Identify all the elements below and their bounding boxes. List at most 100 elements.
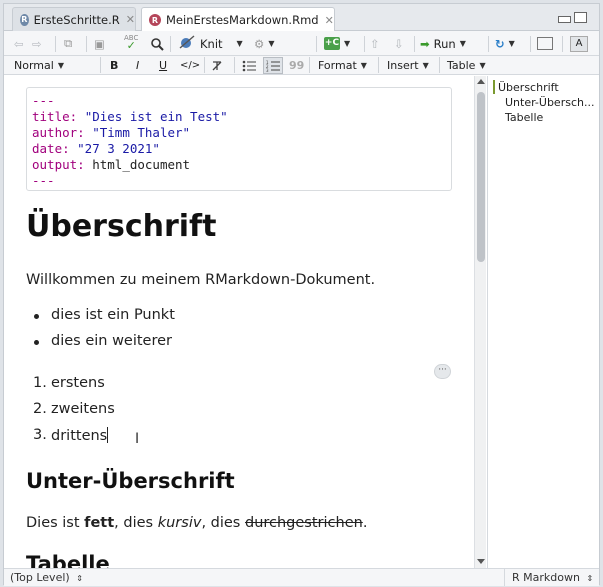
file-type-selector[interactable]: R Markdown ⇕	[512, 571, 593, 584]
yaml-line: title: "Dies ist ein Test"	[32, 109, 228, 124]
chevron-down-icon[interactable]: ▼	[479, 61, 485, 70]
scope-label: (Top Level)	[10, 571, 70, 584]
chevron-down-icon[interactable]: ▼	[460, 39, 466, 48]
bullet-marker	[34, 340, 39, 345]
bullet-list-icon[interactable]	[242, 57, 256, 74]
knit-button[interactable]: Knit ▼	[178, 34, 243, 53]
heading-level-2: Unter-Überschrift	[26, 469, 235, 493]
list-item: dies ein weiterer	[51, 333, 173, 349]
insert-menu-label: Insert	[387, 59, 419, 72]
code-button[interactable]: </>	[180, 57, 200, 74]
previous-chunk-icon[interactable]: ⇧	[370, 34, 380, 53]
bullet-marker	[34, 314, 39, 319]
strikethrough-text: durchgestrichen	[244, 515, 363, 531]
heading-level-1: Tabelle	[26, 552, 110, 568]
minimize-icon[interactable]	[558, 16, 571, 23]
run-button[interactable]: ➡ Run ▼	[420, 34, 466, 53]
document-editor[interactable]: --- title: "Dies ist ein Test" author: "Ti…	[4, 76, 474, 568]
italic-text: kursiv	[157, 515, 202, 531]
rmd-file-icon: R	[149, 14, 161, 26]
list-item: erstens	[51, 375, 105, 391]
yaml-header[interactable]: --- title: "Dies ist ein Test" author: "Ti…	[26, 87, 452, 191]
list-number: 3.	[33, 427, 47, 443]
tab-label: MeinErstesMarkdown.Rmd	[166, 13, 319, 27]
list-item: dies ist ein Punkt	[51, 307, 175, 323]
yaml-line: ---	[32, 93, 55, 108]
close-icon[interactable]: ✕	[325, 14, 334, 27]
maximize-icon[interactable]	[574, 12, 587, 23]
run-icon: ➡	[420, 36, 430, 51]
more-options-icon[interactable]: ···	[434, 364, 451, 379]
chevron-down-icon[interactable]: ▼	[268, 39, 274, 48]
insert-menu[interactable]: Insert ▼	[387, 57, 429, 74]
scroll-up-icon[interactable]	[477, 79, 485, 84]
list-number: 1.	[33, 375, 47, 391]
insert-chunk-button[interactable]: +C ▼	[324, 34, 350, 53]
show-in-window-icon[interactable]: ⧉	[64, 34, 72, 53]
chevron-down-icon[interactable]: ▼	[58, 61, 64, 70]
back-arrow-icon[interactable]: ⇦	[14, 34, 24, 53]
outline-toggle-icon[interactable]	[537, 34, 553, 53]
spellcheck-icon[interactable]: ABC ✓	[124, 34, 138, 53]
format-menu[interactable]: Format ▼	[318, 57, 367, 74]
visual-editor-icon[interactable]: A	[570, 34, 588, 53]
updown-icon: ⇕	[76, 574, 83, 583]
chevron-down-icon[interactable]: ▼	[361, 61, 367, 70]
text-cursor	[107, 427, 109, 443]
chevron-down-icon[interactable]: ▼	[344, 39, 350, 48]
knit-label: Knit	[200, 36, 223, 51]
vertical-scrollbar[interactable]	[474, 76, 486, 568]
clear-formatting-icon[interactable]	[211, 57, 223, 74]
bold-text: fett	[84, 515, 115, 531]
tab-bar: R ErsteSchritte.R ✕ R MeinErstesMarkdown…	[4, 4, 599, 32]
outline-item-unter-ueberschrift[interactable]: Unter-Übersch...	[505, 96, 594, 109]
tab-label: ErsteSchritte.R	[33, 12, 120, 27]
add-chunk-icon: +C	[324, 37, 340, 50]
format-menu-label: Format	[318, 59, 357, 72]
gear-icon[interactable]: ⚙ ▼	[254, 34, 274, 53]
formatted-paragraph: Dies ist fett, dies kursiv, dies durchge…	[26, 515, 368, 531]
tab-mein-erstes-markdown[interactable]: R MeinErstesMarkdown.Rmd ✕	[141, 7, 335, 32]
format-toolbar: Normal ▼ B I U </> 123 99 Format ▼ Inser…	[4, 56, 599, 75]
chevron-down-icon[interactable]: ▼	[423, 61, 429, 70]
main-toolbar: ⇦ ⇨ ⧉ ▣ ABC ✓ Knit ▼ ⚙ ▼ +C ▼ ⇧ ⇩ ➡ Run …	[4, 31, 599, 56]
chevron-down-icon[interactable]: ▼	[509, 39, 515, 48]
rerun-icon[interactable]: ↻ ▼	[495, 34, 515, 53]
yaml-line: date: "27 3 2021"	[32, 141, 160, 156]
knit-icon	[178, 35, 196, 52]
italic-button[interactable]: I	[136, 57, 139, 74]
chevron-down-icon[interactable]: ▼	[237, 39, 243, 48]
yaml-line: ---	[32, 173, 55, 188]
table-menu[interactable]: Table ▼	[447, 57, 486, 74]
outline-item-ueberschrift[interactable]: Überschrift	[498, 81, 559, 94]
bold-button[interactable]: B	[110, 57, 118, 74]
yaml-line: output: html_document	[32, 157, 191, 172]
editor-window: R ErsteSchritte.R ✕ R MeinErstesMarkdown…	[3, 3, 600, 586]
forward-arrow-icon[interactable]: ⇨	[32, 34, 42, 53]
style-select-value: Normal	[14, 59, 54, 72]
document-outline: Überschrift Unter-Übersch... Tabelle	[487, 76, 599, 568]
close-icon[interactable]: ✕	[126, 13, 135, 26]
save-icon[interactable]: ▣	[94, 34, 105, 53]
list-item: zweitens	[51, 401, 115, 417]
scope-selector[interactable]: (Top Level) ⇕	[10, 571, 83, 584]
updown-icon: ⇕	[586, 574, 594, 583]
blockquote-icon[interactable]: 99	[289, 57, 304, 74]
outline-active-marker	[493, 80, 495, 94]
ibeam-cursor-icon: Ι	[135, 431, 140, 447]
next-chunk-icon[interactable]: ⇩	[394, 34, 404, 53]
table-menu-label: Table	[447, 59, 476, 72]
r-file-icon: R	[20, 13, 29, 26]
numbered-list-icon[interactable]: 123	[263, 57, 283, 74]
style-select[interactable]: Normal ▼	[14, 57, 64, 74]
scroll-down-icon[interactable]	[477, 559, 485, 564]
svg-text:3: 3	[266, 68, 269, 72]
outline-item-tabelle[interactable]: Tabelle	[505, 111, 543, 124]
heading-level-1: Überschrift	[26, 209, 217, 244]
yaml-line: author: "Timm Thaler"	[32, 125, 191, 140]
tab-erste-schritte[interactable]: R ErsteSchritte.R ✕	[12, 7, 136, 31]
list-number: 2.	[33, 401, 47, 417]
scroll-thumb[interactable]	[477, 92, 485, 262]
search-icon[interactable]	[150, 34, 164, 53]
underline-button[interactable]: U	[159, 57, 167, 74]
